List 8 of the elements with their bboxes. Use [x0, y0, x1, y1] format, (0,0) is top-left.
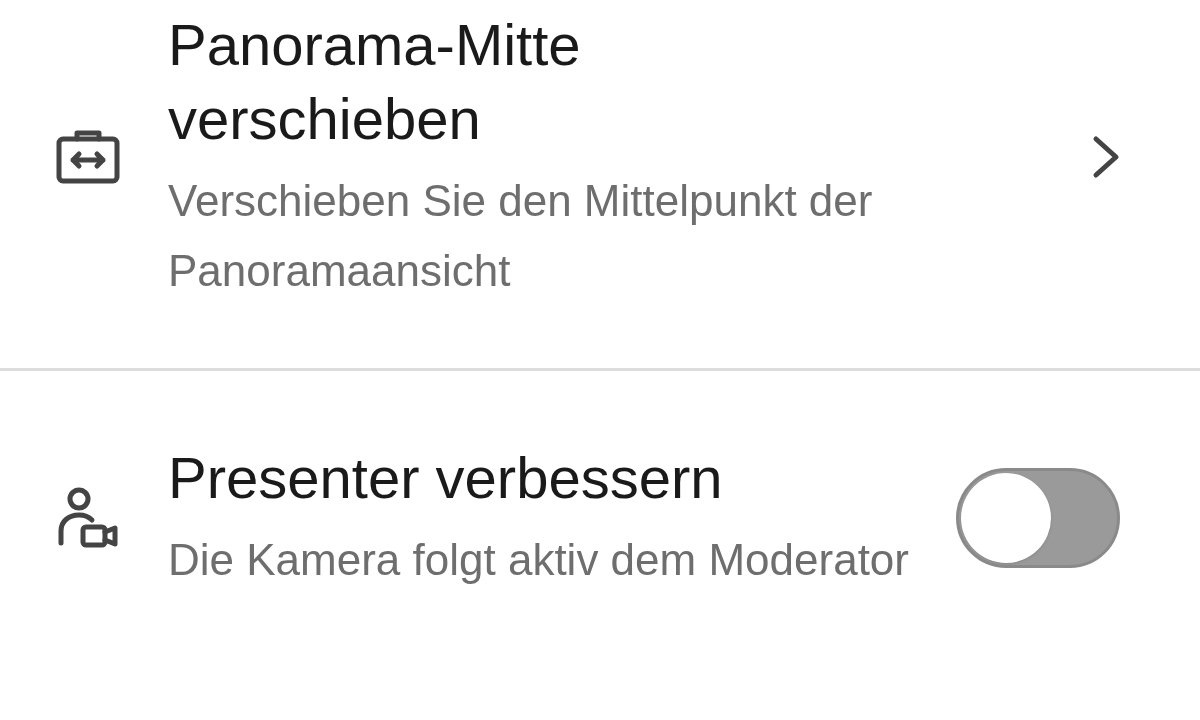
setting-description: Verschieben Sie den Mittelpunkt der Panoramaansicht [168, 175, 874, 297]
setting-title: Presenter verbessern [168, 444, 724, 512]
settings-row[interactable]: Presenter verbessern Die Kamera folgt aktiv dem Moderator [0, 371, 1200, 595]
setting-title: Panorama-Mitte verschieben [168, 11, 582, 153]
chevron-right-icon[interactable] [1092, 135, 1120, 179]
setting-description: Die Kamera folgt aktiv dem Moderator [168, 534, 910, 586]
pan-frame-icon [55, 129, 121, 185]
settings-row[interactable]: Panorama-Mitte verschieben Verschieben Sie den Mittelpunkt der Panoramaansicht [0, 0, 1200, 368]
